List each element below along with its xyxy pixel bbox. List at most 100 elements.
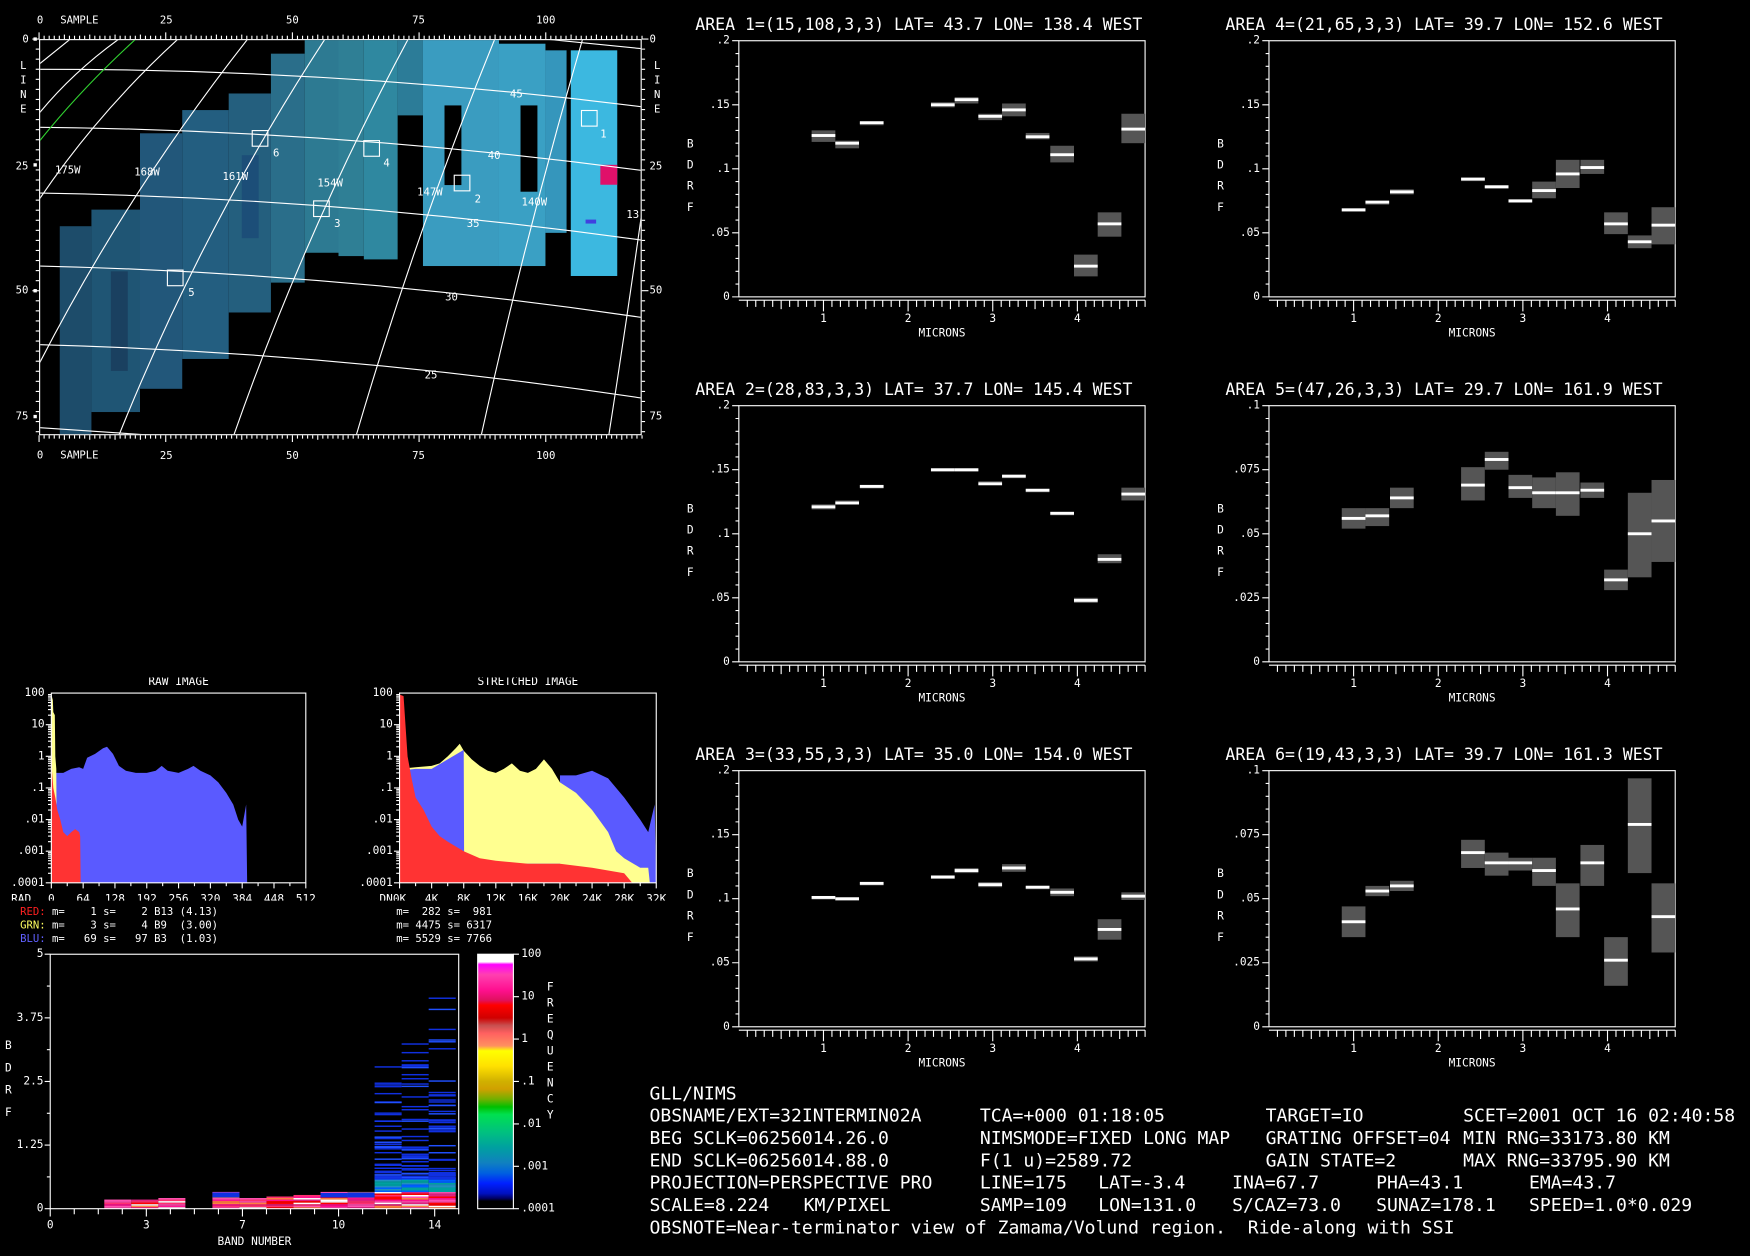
x-tick-label: 2 [1435,312,1442,325]
area-box-6[interactable] [252,129,269,147]
density-cell [428,1174,456,1177]
value-mark [1341,516,1366,520]
density-cell [401,1064,429,1066]
x-tick-label: 192 [137,893,157,901]
x-tick-label: 4 [1604,312,1611,325]
x-tick-label: 448 [264,893,284,901]
x-tick-label: 8K [457,893,471,901]
density-cell [158,1199,186,1202]
y-tick-label: .1 [716,892,729,905]
lat-label: 40 [487,150,501,163]
y-tick-label: 1 [38,749,45,762]
density-cell [374,1143,402,1146]
y-tick-label: .05 [1240,527,1260,540]
y-tick-label: .0001 [359,876,393,889]
y-tick-label: 3.75 [17,1011,44,1024]
density-cell [212,1205,240,1208]
y-tick-label: .075 [1233,828,1260,841]
value-mark [1365,514,1390,518]
y-tick-label: 10 [379,718,392,731]
x-tick-label: 3 [1520,1042,1527,1055]
density-cell [428,1159,456,1161]
value-mark [835,141,860,145]
x-tick-label: 3 [1520,677,1527,690]
x-tick-label: 2 [905,1042,912,1055]
sunaz-value: SUNAZ=178.1 [1376,1194,1496,1216]
density-cell [401,1202,429,1205]
y-tick-label: 0 [723,1020,730,1033]
x-tick-label: 7 [239,1218,246,1231]
value-mark [978,114,1003,118]
y-tick-label: .025 [1233,956,1260,969]
density-cell [104,1205,132,1208]
density-cell [401,1181,429,1183]
density-cell [374,1158,402,1160]
density-cell [401,1156,429,1158]
y-tick-label: .01 [373,813,393,826]
scale-value: SCALE=8.224 [649,1194,770,1216]
density-cell [347,1201,375,1203]
density-cell [374,1193,402,1195]
x-axis-label: MICRONS [918,692,965,705]
value-mark [1627,822,1652,826]
value-mark [1555,491,1580,495]
x-tick-label: 3 [1520,312,1527,325]
value-mark [1025,885,1050,889]
value-mark [930,468,955,472]
density-cell [428,1099,456,1101]
value-mark [1604,578,1628,582]
density-cell [428,1196,456,1199]
density-cell [428,1129,456,1131]
density-cell [212,1201,240,1203]
density-cell [266,1198,294,1200]
density-cell [428,1048,456,1050]
area-box-2[interactable] [453,175,471,192]
map-frame: 45 40 35 30 25 175W 168W 161W 154W 147W … [39,39,642,436]
value-mark [1390,190,1414,194]
gain-state: GAIN STATE=2 [1265,1149,1397,1171]
area-box-5[interactable] [166,269,184,287]
spectrum-chart: AREA 4=(21,65,3,3) LAT= 39.7 LON= 152.6 … [1225,15,1676,340]
line-tick-major [33,414,37,419]
y-axis-label: BDRF [684,868,697,954]
value-mark [1025,135,1050,139]
density-cell [374,1185,402,1188]
density-cell [374,1148,402,1150]
max-range: MAX RNG=33795.90 KM [1463,1149,1670,1171]
colorbar-tick-label: .0001 [521,1202,555,1215]
value-mark [954,98,979,102]
density-cell [239,1202,267,1205]
density-cell [401,1066,429,1069]
y-tick-label: 10 [31,718,44,731]
value-mark [1532,869,1556,872]
value-mark [859,121,884,125]
density-column [401,1043,429,1209]
y-tick-label: .1 [1247,399,1260,412]
x-tick-label: 4 [1074,1042,1081,1055]
y-axis-label: BDRF [684,138,697,224]
f1u: F(1 u)=2589.72 [979,1149,1133,1171]
area-box-3[interactable] [312,200,330,218]
colorbar-tick-label: .001 [521,1159,548,1172]
lon-value: LON=131.0 [1098,1194,1197,1216]
density-cell [320,1204,348,1206]
density-cell [131,1202,159,1205]
x-tick-label: 4 [1074,312,1081,325]
x-tick-label: 256 [168,893,188,901]
density-cell [320,1199,348,1202]
hotspot-red [600,164,618,185]
area-box-label: 4 [383,157,390,171]
beg-sclk: BEG SCLK=06256014.26.0 [649,1127,889,1149]
area-box-1[interactable] [580,110,598,127]
density-cell [374,1112,402,1114]
area-box-4[interactable] [363,140,380,157]
density-cell [428,1181,456,1183]
density-cell [266,1196,294,1199]
density-cell [428,1126,456,1128]
value-mark [1604,958,1628,962]
histogram-stretched-histogram: STRETCHED IMAGE 100 10 1 .1 .01 .001 .00010K 4K 8… [359,677,666,901]
x-tick-label: 2 [905,677,912,690]
density-cell [374,1204,402,1206]
value-mark [1484,185,1509,189]
density-cell [428,1095,456,1097]
